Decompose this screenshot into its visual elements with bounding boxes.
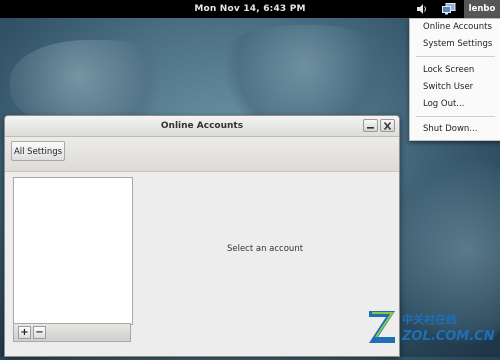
watermark-chinese-text: 中关村在线: [402, 313, 457, 326]
menu-item-system-settings[interactable]: System Settings: [410, 37, 500, 52]
close-button[interactable]: [380, 119, 395, 132]
remove-account-button[interactable]: −: [33, 326, 46, 339]
window-title: Online Accounts: [160, 121, 244, 131]
zol-watermark: 中关村在线 ZOL.COM.CN: [362, 305, 497, 353]
close-icon: [383, 122, 392, 130]
online-accounts-window: Online Accounts All Settings + − Select …: [4, 115, 400, 357]
menu-separator: [416, 56, 495, 57]
volume-icon[interactable]: [416, 3, 428, 15]
menu-item-lock-screen[interactable]: Lock Screen: [410, 63, 500, 78]
user-dropdown-menu: Online Accounts System Settings Lock Scr…: [409, 18, 500, 141]
menu-separator: [416, 116, 495, 117]
account-list[interactable]: [13, 177, 133, 325]
desktop-wallpaper-rock: [210, 25, 400, 125]
menu-item-log-out[interactable]: Log Out...: [410, 97, 500, 112]
menu-item-switch-user[interactable]: Switch User: [410, 80, 500, 95]
all-settings-button[interactable]: All Settings: [11, 141, 65, 161]
window-titlebar[interactable]: Online Accounts: [5, 116, 399, 137]
minimize-icon: [367, 127, 374, 129]
window-toolbar: All Settings: [5, 137, 399, 172]
add-account-button[interactable]: +: [18, 326, 31, 339]
minimize-button[interactable]: [363, 119, 378, 132]
zol-logo-icon: [369, 311, 395, 343]
network-icon[interactable]: [442, 3, 456, 15]
top-panel: Mon Nov 14, 6:43 PM lenbo: [0, 0, 500, 18]
watermark-site-text: ZOL.COM.CN: [402, 329, 495, 344]
empty-state-message: Select an account: [226, 244, 304, 254]
menu-item-online-accounts[interactable]: Online Accounts: [410, 20, 500, 35]
menu-item-shut-down[interactable]: Shut Down...: [410, 122, 500, 137]
user-menu-button[interactable]: lenbo: [464, 0, 500, 18]
account-list-toolbar: + −: [13, 323, 131, 342]
